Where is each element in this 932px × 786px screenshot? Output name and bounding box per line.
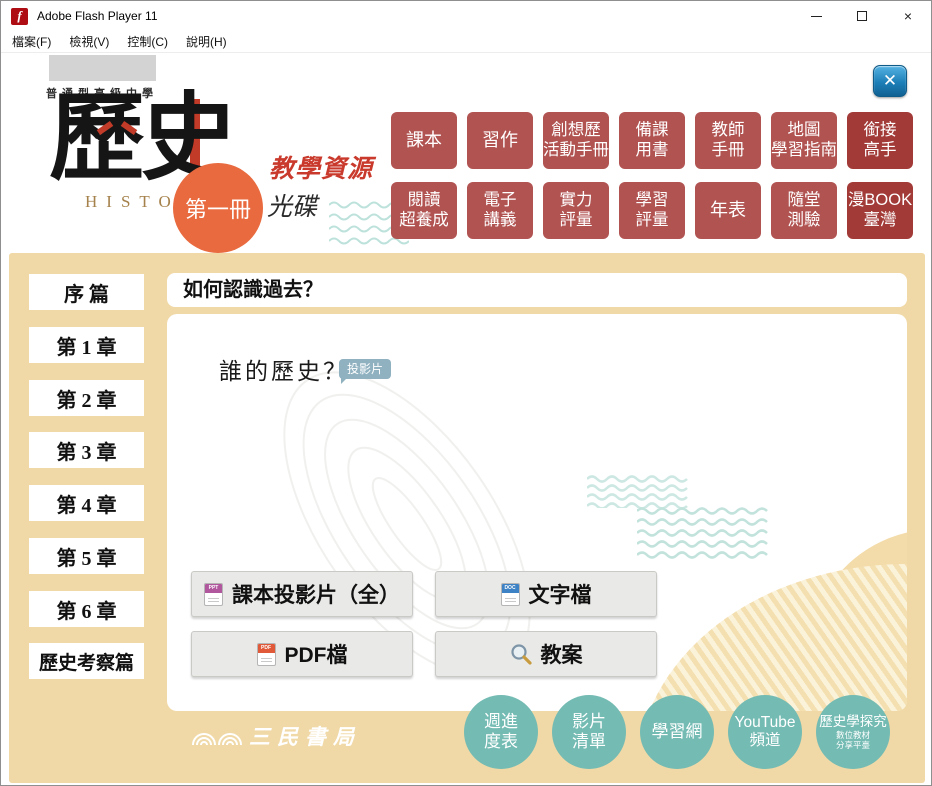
volume-badge: 第一冊 [173, 163, 263, 253]
sidebar-item-ch1[interactable]: 第 1 章 [29, 327, 144, 363]
ppt-file-icon: PPT [204, 582, 223, 606]
redacted-logo-box [49, 55, 156, 81]
close-icon: × [903, 8, 913, 24]
flash-player-window: f Adobe Flash Player 11 × 檔案(F) 檢視(V) 控制… [0, 0, 932, 786]
resource-nav-grid: 課本 習作 創想歷 活動手冊 備課 用書 教師 手冊 地圖 學習指南 銜接 高手 閱讀 超養… [391, 112, 915, 252]
window-title: Adobe Flash Player 11 [37, 9, 158, 23]
textbook-slides-button[interactable]: PPT 課本投影片（全） [191, 571, 413, 617]
nav-map-guide-button[interactable]: 地圖 學習指南 [771, 112, 837, 169]
sidebar-item-intro[interactable]: 序 篇 [29, 274, 144, 310]
pdf-file-icon: PDF [256, 642, 276, 666]
nav-electure-button[interactable]: 電子 講義 [467, 182, 533, 239]
nav-teacher-manual-button[interactable]: 教師 手冊 [695, 112, 761, 169]
publisher-name: 三民書局 [249, 725, 361, 749]
pdf-file-label: PDF檔 [284, 644, 348, 667]
text-file-button[interactable]: DOC 文字檔 [435, 571, 657, 617]
sanmin-arches-icon [192, 733, 242, 746]
content-box: 誰的歷史？ 投影片 PPT 課本投影片（全） DOC 文字檔 PDF PDF檔 … [167, 314, 907, 711]
minimize-icon [810, 15, 822, 17]
history-inquiry-platform-button[interactable]: 歷史學探究 數位教材 分享平臺 [816, 695, 890, 769]
flash-icon: f [11, 7, 28, 25]
magnifier-icon [510, 644, 532, 665]
wave-decoration [587, 475, 688, 508]
nav-row-1: 課本 習作 創想歷 活動手冊 備課 用書 教師 手冊 地圖 學習指南 銜接 高手 [391, 112, 915, 169]
minimize-button[interactable] [793, 1, 839, 31]
learning-site-button[interactable]: 學習網 [640, 695, 714, 769]
tagline-resource: 教學資源 [269, 155, 374, 183]
nav-comic-taiwan-button[interactable]: 漫BOOK 臺灣 [847, 182, 913, 239]
close-window-button[interactable]: × [885, 1, 931, 31]
nav-quiz-button[interactable]: 隨堂 測驗 [771, 182, 837, 239]
nav-workbook-button[interactable]: 習作 [467, 112, 533, 169]
menu-help[interactable]: 說明(H) [177, 33, 236, 50]
maximize-icon [857, 11, 867, 21]
sidebar-item-ch5[interactable]: 第 5 章 [29, 538, 144, 574]
sidebar-item-ch3[interactable]: 第 3 章 [29, 432, 144, 468]
sidebar-item-field-study[interactable]: 歷史考察篇 [29, 643, 144, 679]
title-bar: f Adobe Flash Player 11 × [1, 1, 931, 31]
section-title: 如何認識過去？ [167, 273, 907, 307]
nav-chronology-button[interactable]: 年表 [695, 182, 761, 239]
main-panel: 序 篇 第 1 章 第 2 章 第 3 章 第 4 章 第 5 章 第 6 章 … [9, 253, 925, 783]
flash-stage: 普通型高級中學 歷史 HISTORY 第一冊 教學資源 光碟 ✕ 課本 習作 創… [1, 53, 931, 785]
youtube-channel-button[interactable]: YouTube 頻道 [728, 695, 802, 769]
nav-bridging-button[interactable]: 銜接 高手 [847, 112, 913, 169]
lesson-plan-button[interactable]: 教案 [435, 631, 657, 677]
nav-row-2: 閱讀 超養成 電子 講義 實力 評量 學習 評量 年表 隨堂 測驗 漫BOOK 臺灣 [391, 182, 915, 239]
sidebar-item-ch4[interactable]: 第 4 章 [29, 485, 144, 521]
topic-title: 誰的歷史？ [219, 358, 349, 384]
tagline-disc: 光碟 [267, 193, 318, 221]
nav-reading-button[interactable]: 閱讀 超養成 [391, 182, 457, 239]
wave-decoration [637, 507, 768, 559]
app-close-button[interactable]: ✕ [873, 65, 907, 97]
maximize-button[interactable] [839, 1, 885, 31]
menu-view[interactable]: 檢視(V) [60, 33, 118, 50]
slideshow-badge: 投影片 [339, 359, 392, 384]
sidebar-item-ch2[interactable]: 第 2 章 [29, 380, 144, 416]
menu-control[interactable]: 控制(C) [118, 33, 177, 50]
weekly-schedule-button[interactable]: 週進 度表 [464, 695, 538, 769]
menu-bar: 檔案(F) 檢視(V) 控制(C) 說明(H) [1, 31, 931, 53]
pdf-file-button[interactable]: PDF PDF檔 [191, 631, 413, 677]
nav-lesson-prep-button[interactable]: 備課 用書 [619, 112, 685, 169]
publisher-logo: 三民書局 [191, 721, 361, 751]
striped-hill-decoration [637, 564, 907, 711]
nav-ability-test-button[interactable]: 實力 評量 [543, 182, 609, 239]
window-controls: × [793, 1, 931, 31]
video-list-button[interactable]: 影片 清單 [552, 695, 626, 769]
nav-textbook-button[interactable]: 課本 [391, 112, 457, 169]
nav-learning-test-button[interactable]: 學習 評量 [619, 182, 685, 239]
text-file-label: 文字檔 [528, 584, 592, 607]
sidebar-item-ch6[interactable]: 第 6 章 [29, 591, 144, 627]
doc-file-icon: DOC [500, 582, 520, 606]
menu-file[interactable]: 檔案(F) [3, 33, 60, 50]
nav-activity-handbook-button[interactable]: 創想歷 活動手冊 [543, 112, 609, 169]
lesson-plan-label: 教案 [540, 644, 583, 667]
textbook-slides-label: 課本投影片（全） [232, 584, 400, 607]
